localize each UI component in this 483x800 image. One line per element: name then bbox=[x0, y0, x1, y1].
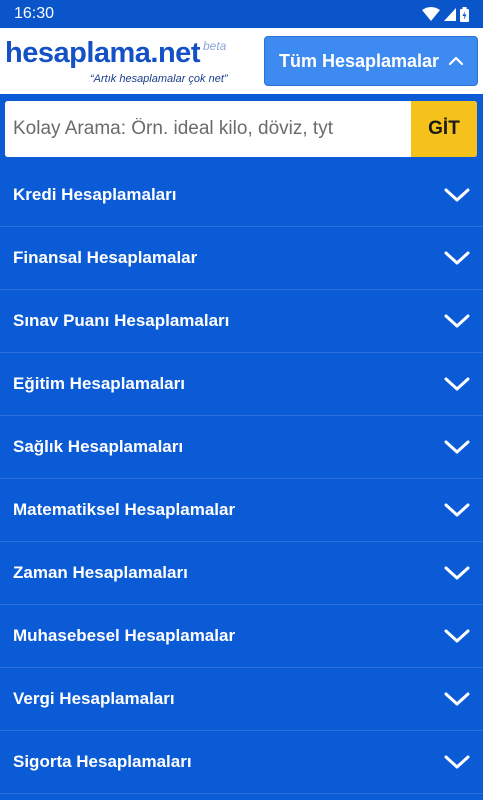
category-label: Zaman Hesaplamaları bbox=[13, 563, 188, 582]
category-item-egitim[interactable]: Eğitim Hesaplamaları bbox=[0, 353, 483, 416]
chevron-down-icon bbox=[444, 503, 470, 517]
category-item-kredi[interactable]: Kredi Hesaplamaları bbox=[0, 164, 483, 227]
status-time: 16:30 bbox=[14, 5, 55, 22]
category-label: Kredi Hesaplamaları bbox=[13, 185, 177, 204]
category-label: Sigorta Hesaplamaları bbox=[13, 752, 192, 771]
category-label: Sınav Puanı Hesaplamaları bbox=[13, 311, 230, 330]
logo-beta-label: beta bbox=[203, 39, 227, 53]
category-label: Vergi Hesaplamaları bbox=[13, 689, 175, 708]
category-label: Sağlık Hesaplamaları bbox=[13, 437, 184, 456]
search-box: GİT bbox=[5, 101, 477, 157]
chevron-down-icon bbox=[444, 440, 470, 454]
chevron-down-icon bbox=[444, 566, 470, 580]
header: hesaplama.net beta “Artık hesaplamalar ç… bbox=[0, 28, 483, 94]
category-item-muhasebesel[interactable]: Muhasebesel Hesaplamalar bbox=[0, 605, 483, 668]
logo-text: hesaplama.net bbox=[5, 37, 200, 69]
category-item-vergi[interactable]: Vergi Hesaplamaları bbox=[0, 668, 483, 731]
chevron-down-icon bbox=[444, 251, 470, 265]
site-logo[interactable]: hesaplama.net beta “Artık hesaplamalar ç… bbox=[5, 33, 245, 89]
wifi-icon bbox=[422, 7, 440, 21]
category-label: Eğitim Hesaplamaları bbox=[13, 374, 185, 393]
status-icons bbox=[422, 6, 469, 22]
category-item-finansal[interactable]: Finansal Hesaplamalar bbox=[0, 227, 483, 290]
search-row: GİT bbox=[0, 94, 483, 164]
category-item-sinav-puani[interactable]: Sınav Puanı Hesaplamaları bbox=[0, 290, 483, 353]
logo-slogan: “Artık hesaplamalar çok net” bbox=[90, 73, 228, 85]
all-calculations-button[interactable]: Tüm Hesaplamalar bbox=[264, 36, 478, 86]
category-item-matematiksel[interactable]: Matematiksel Hesaplamalar bbox=[0, 479, 483, 542]
go-button[interactable]: GİT bbox=[411, 101, 477, 157]
chevron-down-icon bbox=[444, 314, 470, 328]
cell-signal-icon bbox=[444, 7, 456, 21]
all-calculations-label: Tüm Hesaplamalar bbox=[278, 50, 440, 71]
battery-icon bbox=[460, 6, 469, 22]
status-bar: 16:30 bbox=[0, 0, 483, 28]
chevron-down-icon bbox=[444, 755, 470, 769]
category-label: Muhasebesel Hesaplamalar bbox=[13, 626, 236, 645]
category-label: Matematiksel Hesaplamalar bbox=[13, 500, 236, 519]
chevron-down-icon bbox=[444, 629, 470, 643]
search-input[interactable] bbox=[5, 101, 411, 157]
chevron-down-icon bbox=[444, 377, 470, 391]
category-item-saglik[interactable]: Sağlık Hesaplamaları bbox=[0, 416, 483, 479]
category-item-sigorta[interactable]: Sigorta Hesaplamaları bbox=[0, 731, 483, 794]
chevron-up-icon bbox=[449, 56, 464, 66]
category-item-zaman[interactable]: Zaman Hesaplamaları bbox=[0, 542, 483, 605]
chevron-down-icon bbox=[444, 692, 470, 706]
chevron-down-icon bbox=[444, 188, 470, 202]
category-label: Finansal Hesaplamalar bbox=[13, 248, 198, 267]
category-list: Kredi Hesaplamaları Finansal Hesaplamala… bbox=[0, 164, 483, 794]
